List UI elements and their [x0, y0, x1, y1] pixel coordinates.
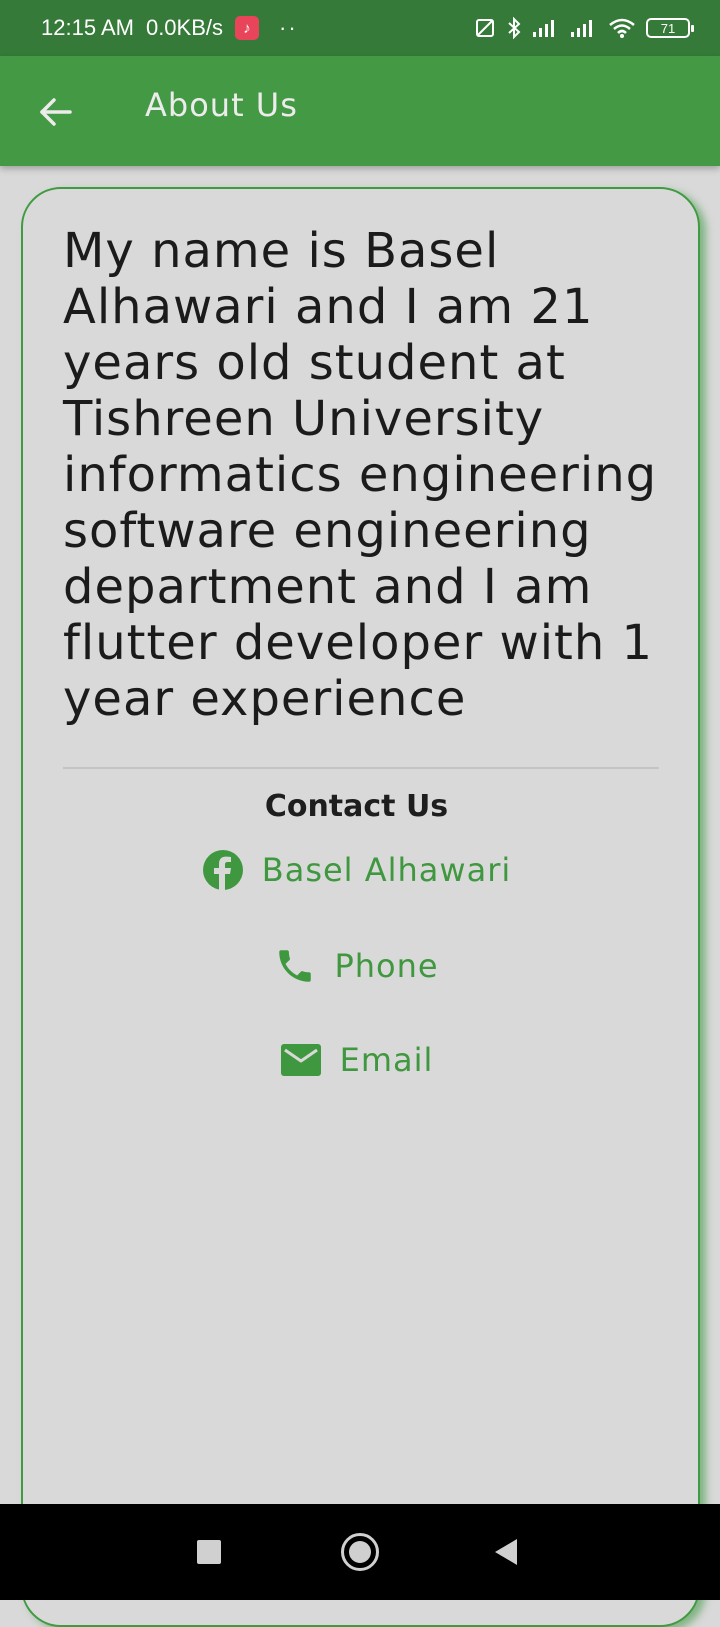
status-bar: 12:15 AM 0.0KB/s ♪ ·· 71	[0, 0, 720, 56]
phone-icon	[279, 950, 312, 982]
email-icon	[280, 1044, 321, 1076]
battery-level: 71	[660, 20, 676, 36]
signal-icon-2	[571, 20, 592, 37]
wifi-icon	[609, 18, 635, 38]
system-nav-bar	[0, 1504, 720, 1600]
phone-link[interactable]: Phone	[23, 945, 690, 987]
phone-label: Phone	[334, 947, 439, 985]
bio-text: My name is Basel Alhawari and I am 21 ye…	[63, 223, 658, 727]
divider	[63, 767, 659, 769]
email-label: Email	[339, 1041, 434, 1079]
contact-title: Contact Us	[264, 789, 449, 824]
about-card: My name is Basel Alhawari and I am 21 ye…	[21, 187, 700, 1627]
triangle-back-icon[interactable]	[495, 1539, 517, 1565]
app-bar: About Us	[0, 56, 720, 166]
music-app-icon: ♪	[235, 16, 259, 40]
status-left: 12:15 AM 0.0KB/s ♪ ··	[41, 15, 474, 41]
status-net-speed: 0.0KB/s	[145, 15, 223, 40]
no-sim-icon	[476, 19, 494, 37]
facebook-icon	[202, 850, 243, 890]
circle-home-icon[interactable]	[341, 1533, 379, 1571]
battery-icon: 71	[646, 18, 694, 38]
status-dots: ··	[279, 15, 298, 40]
arrow-back-icon	[40, 98, 72, 126]
email-link[interactable]: Email	[23, 1041, 690, 1079]
status-right: 71	[474, 16, 694, 40]
bluetooth-icon	[508, 16, 521, 40]
facebook-link[interactable]: Basel Alhawari	[23, 849, 690, 891]
page-title: About Us	[145, 86, 298, 124]
back-button[interactable]	[34, 90, 78, 134]
status-time: 12:15 AM	[41, 15, 134, 40]
signal-icon	[533, 20, 554, 37]
square-recents-icon[interactable]	[197, 1540, 221, 1564]
facebook-label: Basel Alhawari	[261, 851, 512, 889]
